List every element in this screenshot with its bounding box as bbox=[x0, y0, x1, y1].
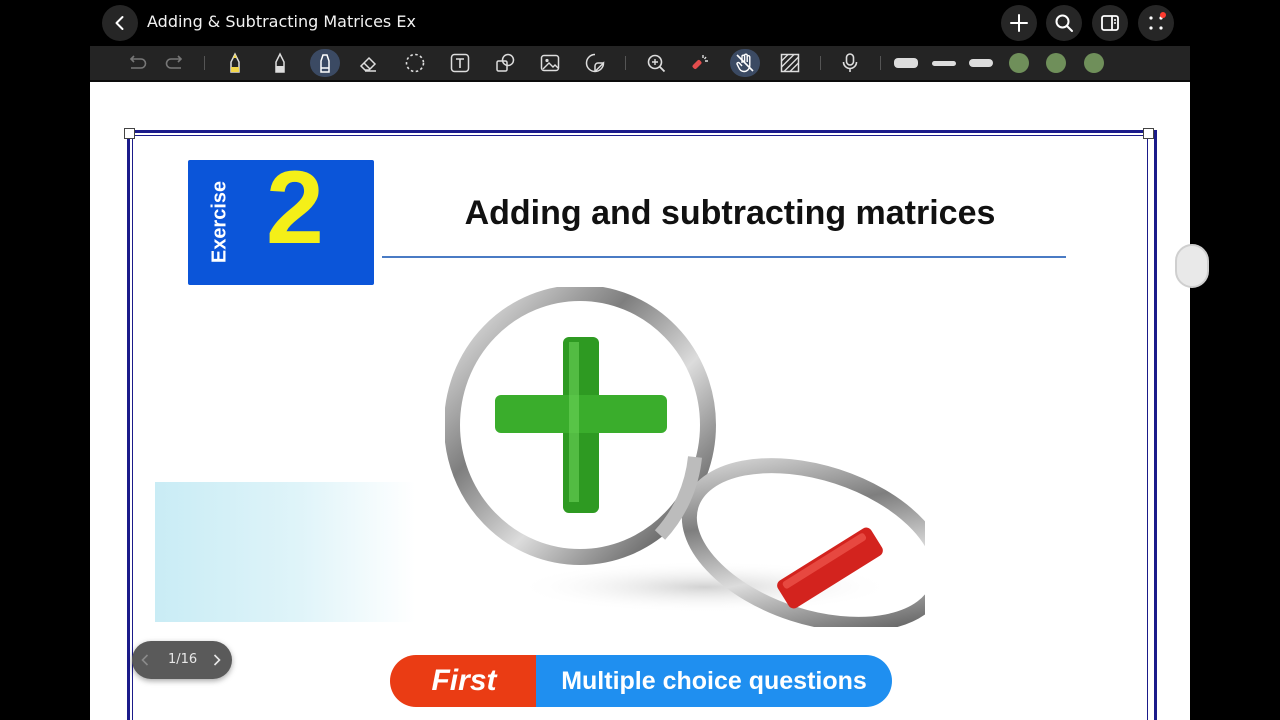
laser-pointer-tool[interactable] bbox=[685, 49, 715, 77]
shapes-tool[interactable] bbox=[490, 49, 520, 77]
pen-icon bbox=[275, 52, 285, 73]
more-apps-button[interactable] bbox=[1138, 5, 1174, 41]
background-wash bbox=[155, 482, 415, 622]
exercise-word: Exercise bbox=[208, 180, 231, 264]
next-page-button[interactable] bbox=[207, 650, 227, 670]
sticker-tool[interactable] bbox=[580, 49, 610, 77]
heading-underline bbox=[382, 256, 1066, 258]
color-swatch-3[interactable] bbox=[1084, 53, 1104, 73]
page-indicator: 1/16 bbox=[168, 652, 198, 667]
hand-draw-tool[interactable] bbox=[730, 49, 760, 77]
toolbar-separator bbox=[820, 56, 821, 70]
lasso-tool[interactable] bbox=[400, 49, 430, 77]
add-icon bbox=[1010, 14, 1028, 32]
notification-dot bbox=[1160, 12, 1166, 18]
plus-minus-rings-illustration bbox=[445, 287, 925, 627]
microphone-icon bbox=[842, 53, 858, 72]
shapes-icon bbox=[496, 53, 515, 72]
plus-sign bbox=[495, 337, 667, 513]
exercise-number: 2 bbox=[266, 150, 324, 266]
sticker-icon bbox=[585, 53, 605, 73]
pattern-icon bbox=[780, 53, 800, 73]
hand-draw-icon bbox=[736, 53, 754, 73]
section-first-banner: First bbox=[390, 655, 538, 707]
toolbar-separator bbox=[625, 56, 626, 70]
image-tool[interactable] bbox=[535, 49, 565, 77]
eraser-icon bbox=[359, 56, 377, 72]
image-icon bbox=[540, 54, 560, 72]
toolbar-separator bbox=[880, 56, 881, 70]
chevron-right-icon bbox=[213, 654, 221, 666]
lasso-icon bbox=[405, 53, 425, 73]
color-swatch-2[interactable] bbox=[1046, 53, 1066, 73]
stroke-width-thin[interactable] bbox=[932, 61, 956, 66]
zoom-tool[interactable] bbox=[641, 49, 671, 77]
zoom-icon bbox=[647, 54, 666, 73]
undo-button[interactable] bbox=[122, 49, 152, 77]
pencil-tool[interactable] bbox=[220, 49, 250, 77]
highlighter-tool[interactable] bbox=[310, 49, 340, 77]
previous-page-button[interactable] bbox=[135, 650, 155, 670]
color-swatch-1[interactable] bbox=[1009, 53, 1029, 73]
chevron-left-icon bbox=[115, 16, 124, 30]
back-button[interactable] bbox=[102, 5, 138, 41]
frame-corner bbox=[1143, 128, 1154, 139]
page-navigator: 1/16 bbox=[132, 641, 232, 679]
page-heading: Adding and subtracting matrices bbox=[464, 194, 996, 232]
redo-button[interactable] bbox=[160, 49, 190, 77]
pencil-icon bbox=[230, 52, 240, 73]
chevron-left-icon bbox=[141, 654, 149, 666]
eraser-tool[interactable] bbox=[353, 49, 383, 77]
section-mcq-banner: Multiple choice questions bbox=[536, 655, 892, 707]
sidebar-toggle-icon bbox=[1101, 15, 1119, 31]
undo-icon bbox=[129, 55, 147, 69]
exercise-badge: Exercise 2 bbox=[188, 156, 374, 285]
toolbar-separator bbox=[204, 56, 205, 70]
highlighter-icon bbox=[320, 54, 330, 73]
document-canvas[interactable]: Exercise 2 Adding and subtracting matric… bbox=[90, 82, 1190, 720]
pattern-tool[interactable] bbox=[775, 49, 805, 77]
microphone-tool[interactable] bbox=[835, 49, 865, 77]
search-icon bbox=[1055, 14, 1073, 32]
side-drawer-handle[interactable] bbox=[1175, 244, 1209, 288]
document-title: Adding & Subtracting Matrices Ex bbox=[147, 12, 416, 31]
section-mcq-label: Multiple choice questions bbox=[561, 666, 867, 695]
text-box-icon bbox=[450, 53, 470, 73]
stroke-width-medium[interactable] bbox=[969, 59, 993, 67]
laser-pointer-icon bbox=[692, 55, 708, 69]
pen-tool[interactable] bbox=[265, 49, 295, 77]
add-button[interactable] bbox=[1001, 5, 1037, 41]
top-bar: Adding & Subtracting Matrices Ex bbox=[0, 0, 1280, 46]
frame-corner bbox=[124, 128, 135, 139]
search-button[interactable] bbox=[1046, 5, 1082, 41]
text-box-tool[interactable] bbox=[445, 49, 475, 77]
redo-icon bbox=[165, 55, 183, 69]
sidebar-toggle-button[interactable] bbox=[1092, 5, 1128, 41]
section-first-label: First bbox=[431, 664, 497, 697]
stroke-width-thick[interactable] bbox=[894, 58, 918, 68]
